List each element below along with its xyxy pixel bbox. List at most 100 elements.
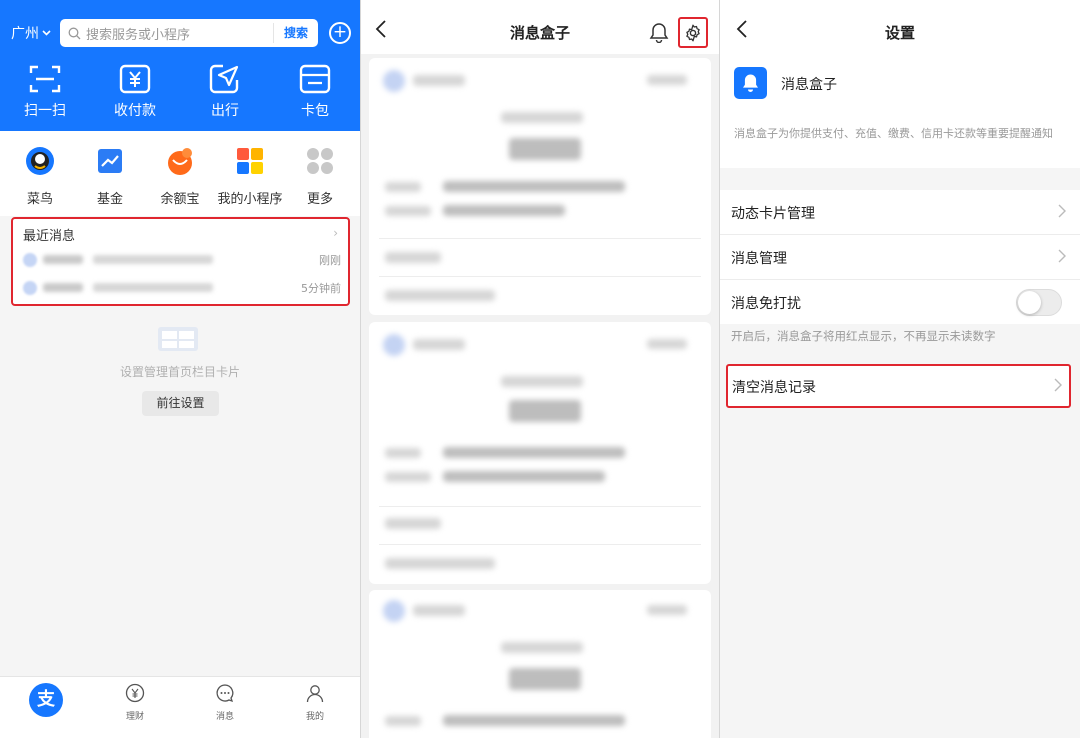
search-bar[interactable]: 搜索服务或小程序 搜索: [60, 19, 318, 47]
wallet-icon: [299, 64, 331, 94]
chevron-right-icon: [1058, 204, 1066, 218]
fund-icon: [98, 149, 122, 173]
alipay-home-screen: 广州 搜索服务或小程序 搜索 + 扫一扫 收付款 出行 卡包 菜鸟 基金 余额宝…: [0, 0, 360, 738]
cainiao-icon: [26, 147, 54, 175]
search-button[interactable]: 搜索: [272, 23, 318, 43]
wallet-button[interactable]: 卡包: [280, 64, 350, 120]
message-box-name: 消息盒子: [781, 77, 837, 93]
go-settings-button[interactable]: 前往设置: [142, 391, 219, 416]
blurred-text: [443, 205, 565, 216]
blurred-text: [385, 716, 421, 726]
divider: [379, 238, 701, 239]
blurred-text: [501, 642, 583, 653]
blurred-text: [385, 472, 431, 482]
blurred-text: [43, 255, 83, 264]
app-mini-program[interactable]: 我的小程序: [210, 146, 290, 207]
chevron-right-icon: [1054, 378, 1062, 392]
blurred-text: [413, 75, 465, 86]
row-label: 消息免打扰: [731, 296, 801, 312]
message-management-row[interactable]: 消息管理: [720, 235, 1080, 279]
scan-button[interactable]: 扫一扫: [10, 64, 80, 120]
chevron-down-icon: [42, 30, 51, 36]
message-icon: [216, 684, 234, 703]
gear-icon: [686, 24, 700, 42]
row-label: 动态卡片管理: [731, 206, 815, 222]
blurred-text: [93, 255, 213, 264]
tab-wealth[interactable]: 理财: [105, 683, 165, 722]
settings-button[interactable]: [678, 17, 708, 48]
bell-icon[interactable]: [649, 22, 669, 43]
blurred-text: [385, 448, 421, 458]
page-title: 设置: [884, 24, 915, 42]
blurred-text: [93, 283, 213, 292]
add-icon[interactable]: +: [329, 22, 351, 44]
message-box-description: 消息盒子为你提供支付、充值、缴费、信用卡还款等重要提醒通知: [734, 127, 1053, 140]
empty-hint: 设置管理首页栏目卡片: [119, 365, 240, 379]
message-card[interactable]: [369, 590, 711, 738]
app-fund[interactable]: 基金: [70, 146, 150, 207]
city-label: 广州: [11, 26, 39, 42]
message-box-logo: [734, 67, 767, 99]
app-label: 余额宝: [160, 192, 200, 207]
clear-messages-row[interactable]: 清空消息记录: [726, 364, 1071, 408]
blurred-text: [647, 75, 687, 85]
tab-label: 消息: [215, 712, 234, 722]
blurred-text: [385, 518, 441, 529]
mini-program-icon: [237, 148, 263, 174]
blurred-text: [385, 182, 421, 192]
app-more[interactable]: 更多: [280, 146, 360, 207]
blurred-text: [43, 283, 83, 292]
divider: [379, 506, 701, 507]
message-time: 刚刚: [319, 254, 341, 267]
city-selector[interactable]: 广州: [11, 23, 51, 43]
app-label: 菜鸟: [26, 192, 53, 207]
blurred-text: [501, 112, 583, 123]
nav-bar: 设置: [720, 0, 1080, 54]
app-label: 基金: [96, 192, 123, 207]
blurred-text: [385, 558, 495, 569]
chevron-right-icon: [1058, 249, 1066, 263]
blurred-text: [647, 339, 687, 349]
search-placeholder: 搜索服务或小程序: [86, 27, 191, 43]
blurred-amount: [509, 668, 581, 690]
blurred-text: [413, 339, 465, 350]
blurred-text: [501, 376, 583, 387]
payment-button[interactable]: 收付款: [100, 64, 170, 120]
tab-label: 理财: [125, 712, 144, 722]
settings-screen: 设置 消息盒子 消息盒子为你提供支付、充值、缴费、信用卡还款等重要提醒通知 动态…: [720, 0, 1080, 738]
empty-cards-icon: [158, 327, 198, 351]
dynamic-card-management-row[interactable]: 动态卡片管理: [720, 190, 1080, 234]
message-time: 5分钟前: [301, 282, 341, 295]
blurred-text: [443, 471, 605, 482]
tab-profile[interactable]: 我的: [285, 683, 345, 722]
message-card[interactable]: [369, 58, 711, 315]
message-box-screen: 消息盒子: [361, 0, 719, 738]
wallet-label: 卡包: [301, 103, 329, 119]
app-label: 我的小程序: [217, 192, 283, 207]
blurred-text: [385, 206, 431, 216]
app-yuebao[interactable]: 余额宝: [140, 146, 220, 207]
blurred-text: [647, 605, 687, 615]
app-cainiao[interactable]: 菜鸟: [0, 146, 80, 207]
message-card[interactable]: [369, 322, 711, 584]
recent-messages-card[interactable]: 最近消息 › 刚刚 5分钟前: [11, 217, 350, 306]
blurred-icon: [383, 70, 405, 92]
blurred-text: [443, 181, 625, 192]
message-box-header: 消息盒子 消息盒子为你提供支付、充值、缴费、信用卡还款等重要提醒通知: [720, 54, 1080, 168]
tab-label: 我的: [305, 712, 324, 722]
do-not-disturb-toggle[interactable]: [1016, 289, 1062, 316]
home-header: 广州 搜索服务或小程序 搜索 + 扫一扫 收付款 出行 卡包: [0, 0, 360, 131]
list-item[interactable]: 5分钟前: [23, 280, 341, 295]
bell-icon: [743, 74, 758, 92]
list-item[interactable]: 刚刚: [23, 252, 341, 267]
tab-home[interactable]: 支: [29, 683, 63, 717]
travel-button[interactable]: 出行: [190, 64, 260, 120]
chevron-right-icon: ›: [333, 226, 338, 240]
row-label: 消息管理: [731, 251, 787, 267]
yuebao-icon: [168, 148, 192, 175]
payment-icon: [119, 64, 151, 94]
more-icon: [307, 148, 333, 174]
blurred-text: [385, 252, 441, 263]
tab-messages[interactable]: 消息: [195, 683, 255, 722]
do-not-disturb-row: 消息免打扰: [720, 280, 1080, 324]
